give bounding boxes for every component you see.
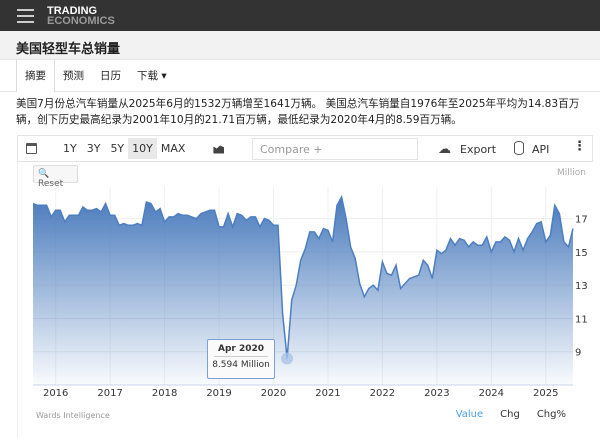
tooltip-date: Apr 2020 (214, 344, 268, 357)
reset-zoom-button[interactable]: 🔍 Reset (33, 165, 78, 189)
y-tick-label: 15 (575, 248, 588, 259)
y-tick-label: 17 (575, 215, 588, 226)
x-tick-label: 2022 (370, 388, 395, 399)
mode-value[interactable]: Value (456, 409, 483, 420)
mode-chg[interactable]: Chg (500, 409, 520, 420)
x-tick-label: 2023 (424, 388, 449, 399)
reset-label: Reset (38, 179, 64, 189)
chart: 9 11 13 15 17 2016 2017 2018 2019 2020 2021 2022 202… (32, 187, 588, 399)
tooltip: Apr 2020 8.594 Million (207, 339, 275, 379)
x-tick-label: 2024 (479, 388, 504, 399)
highlight-point (281, 352, 294, 365)
x-tick-label: 2025 (533, 388, 558, 399)
x-tick-label: 2018 (152, 388, 177, 399)
tooltip-value: 8.594 Million (212, 360, 270, 370)
x-tick-label: 2017 (97, 388, 122, 399)
x-tick-label: 2019 (206, 388, 231, 399)
mode-chg-pct[interactable]: Chg% (537, 409, 566, 420)
y-tick-label: 13 (575, 281, 588, 292)
x-tick-label: 2020 (261, 388, 286, 399)
y-tick-label: 11 (575, 314, 588, 325)
x-tick-label: 2016 (43, 388, 68, 399)
magnifier-icon: 🔍 (38, 169, 50, 179)
series-area (33, 197, 573, 385)
source-label: Wards Intelligence (36, 411, 110, 420)
mode-switch: Value Chg Chg% (456, 409, 566, 420)
x-tick-label: 2021 (315, 388, 340, 399)
y-tick-label: 9 (575, 348, 581, 359)
unit-label: Million (557, 168, 586, 178)
